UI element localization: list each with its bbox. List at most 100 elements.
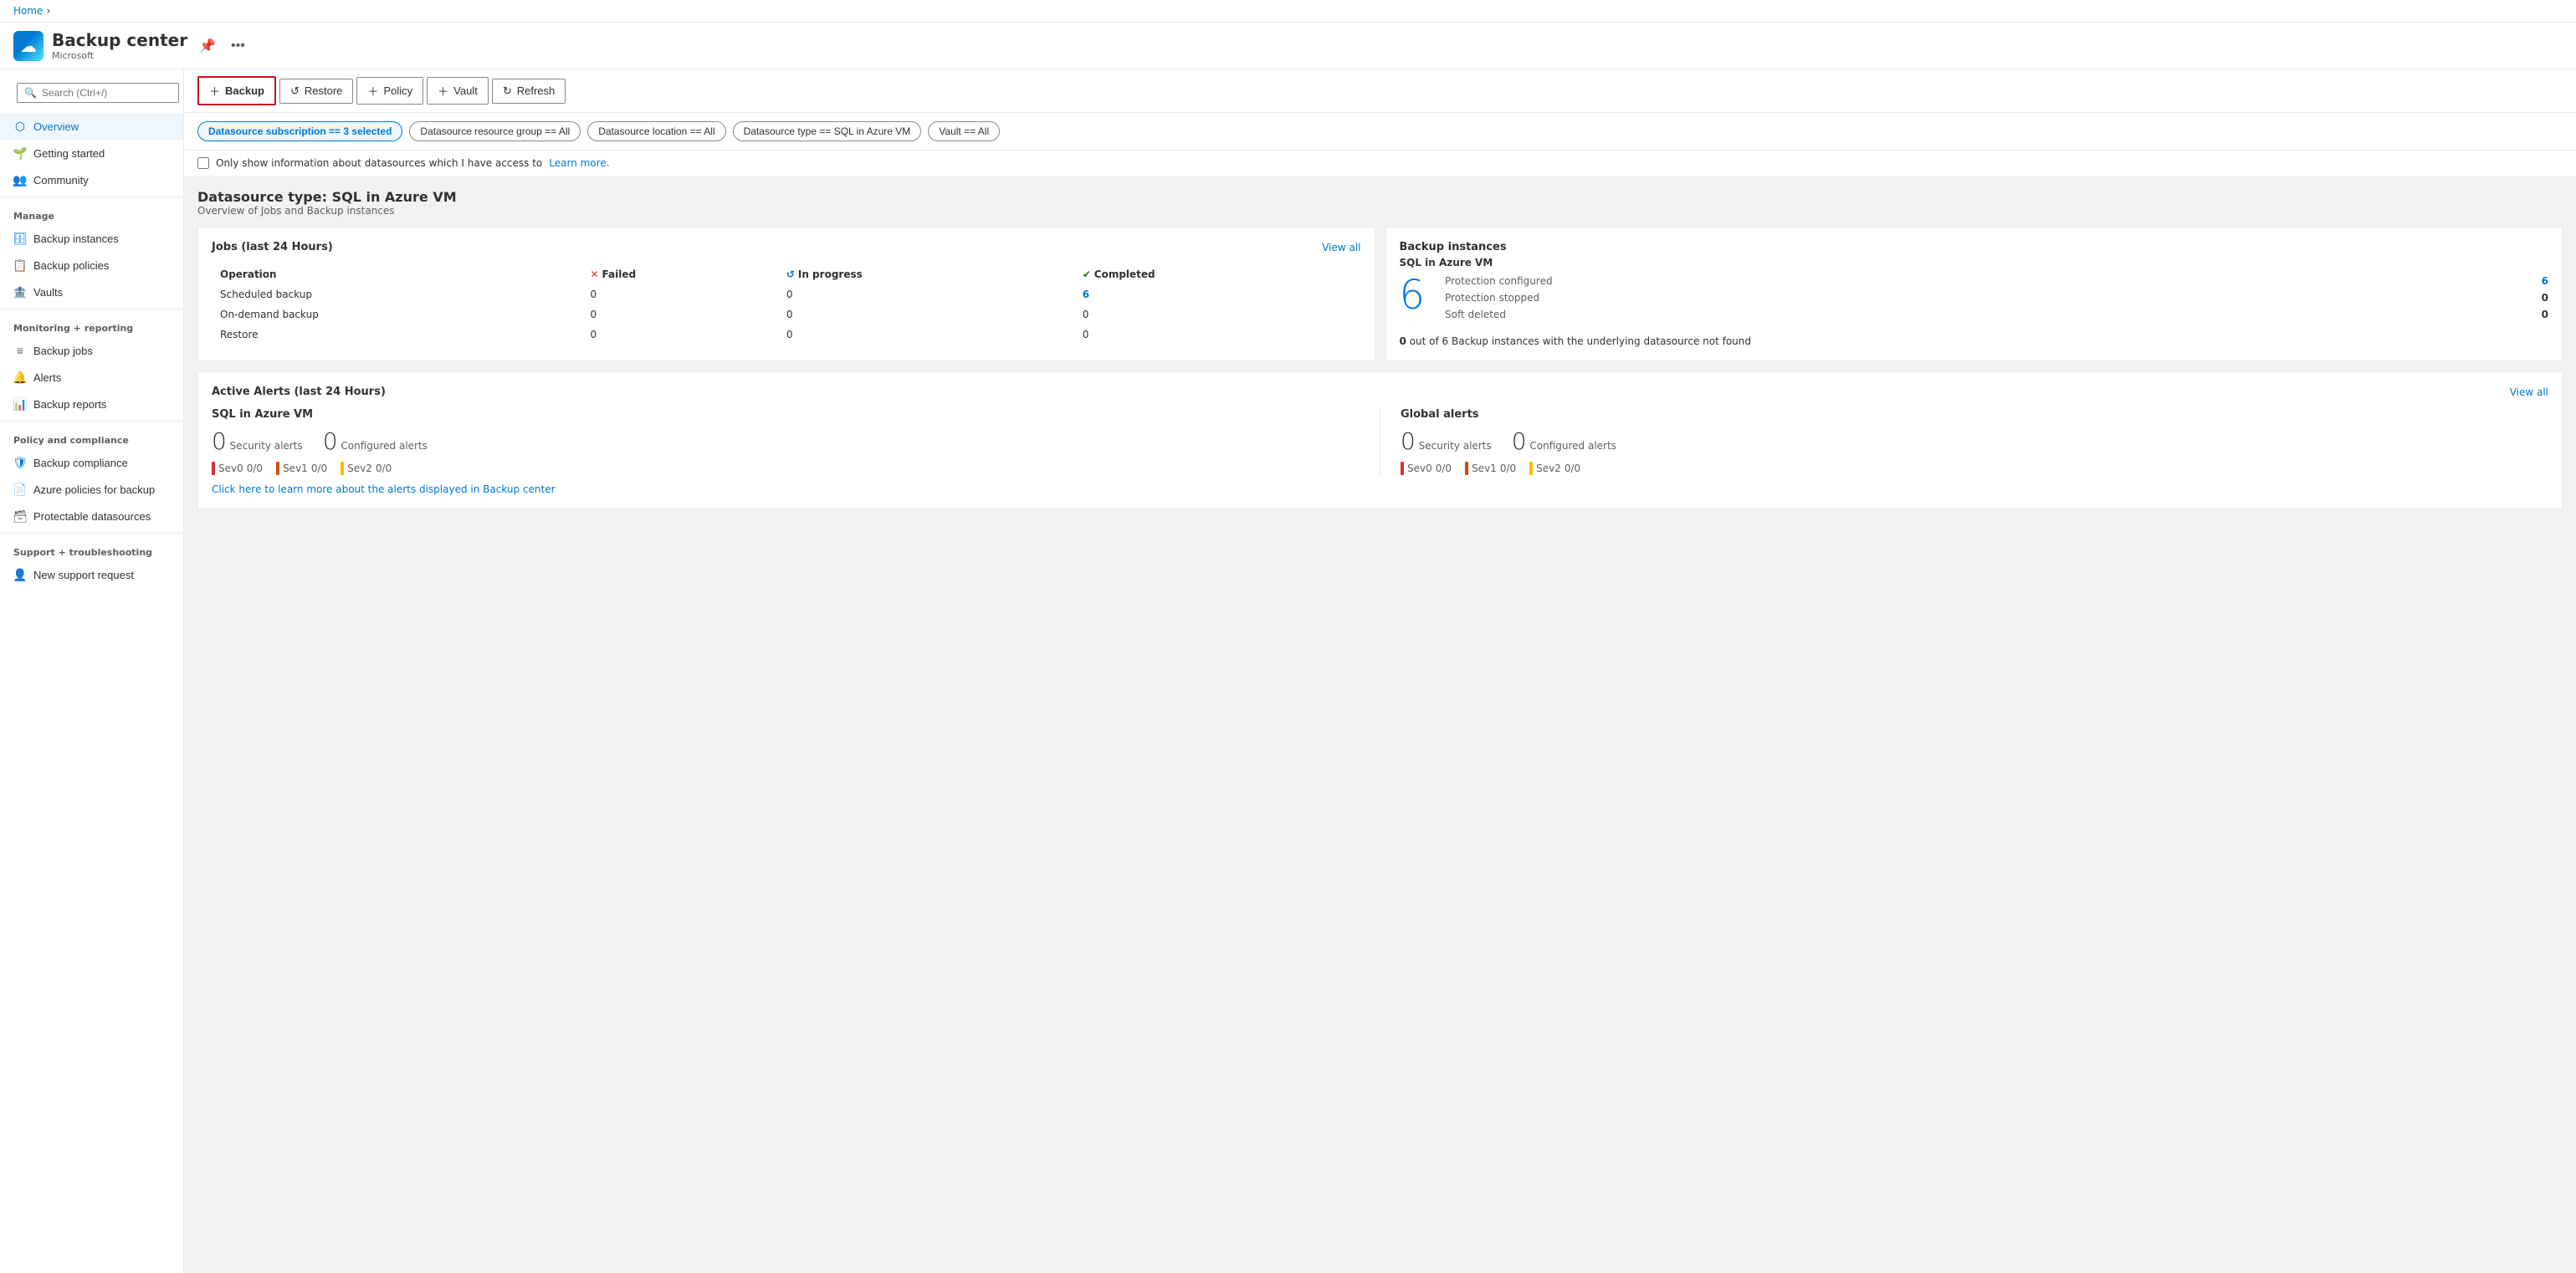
sidebar-label-community: Community [33, 174, 89, 187]
filter-location-label: Datasource location == All [598, 125, 714, 137]
learn-alerts-link[interactable]: Click here to learn more about the alert… [212, 483, 2548, 495]
breadcrumb-sep: › [46, 5, 50, 17]
sidebar-item-overview[interactable]: ⬡ Overview [0, 113, 183, 140]
filter-datasource-type-label: Datasource type == SQL in Azure VM [744, 125, 911, 137]
learn-more-link[interactable]: Learn more. [549, 157, 609, 169]
job-failed: 0 [583, 305, 777, 324]
jobs-table-row: On-demand backup 0 0 0 [213, 305, 1360, 324]
search-icon: 🔍 [24, 87, 37, 99]
global-security-big: 0 [1401, 427, 1416, 455]
sidebar-label-new-support: New support request [33, 569, 134, 581]
sidebar-item-backup-jobs[interactable]: ≡ Backup jobs [0, 337, 183, 364]
jobs-view-all-link[interactable]: View all [1322, 242, 1360, 253]
sev-label: Sev0 [1407, 463, 1432, 474]
support-icon: 👤 [13, 568, 27, 581]
app-title: Backup center [52, 30, 187, 50]
sev-bar [1401, 462, 1404, 475]
alerts-view-all-link[interactable]: View all [2510, 386, 2548, 398]
refresh-icon: ↻ [503, 84, 512, 98]
bi-footer-num: 0 [1400, 335, 1406, 347]
job-operation: Scheduled backup [213, 285, 581, 304]
jobs-card-title: Jobs (last 24 Hours) [212, 241, 333, 253]
community-icon: 👥 [13, 173, 27, 187]
global-alerts-section: Global alerts 0 Security alerts 0 Config… [1380, 408, 2548, 475]
failed-icon: ✕ [590, 268, 598, 280]
search-input[interactable] [42, 87, 172, 99]
sidebar-label-backup-reports: Backup reports [33, 398, 106, 411]
job-inprogress: 0 [780, 325, 1074, 344]
manage-section-label: Manage [0, 201, 183, 225]
sev-value: 0/0 [311, 463, 327, 474]
more-icon[interactable]: ••• [228, 37, 248, 55]
getting-started-icon: 🌱 [13, 146, 27, 160]
filter-vault[interactable]: Vault == All [928, 121, 1000, 141]
sidebar-item-backup-policies[interactable]: 📋 Backup policies [0, 252, 183, 279]
sev-item-global: Sev2 0/0 [1529, 462, 1580, 475]
backup-plus-icon: ＋ [209, 83, 220, 99]
sev-value: 0/0 [247, 463, 263, 474]
access-filter-checkbox[interactable] [197, 157, 209, 169]
jobs-table-row: Restore 0 0 0 [213, 325, 1360, 344]
overview-icon: ⬡ [13, 120, 27, 133]
sev-item-sql: Sev1 0/0 [276, 462, 327, 475]
job-inprogress: 0 [780, 305, 1074, 324]
sidebar-item-backup-compliance[interactable]: 🛡 Backup compliance [0, 449, 183, 476]
bi-big-number: 6 [1400, 275, 1426, 315]
sql-security-big: 0 [212, 427, 227, 455]
global-configured-count: 0 Configured alerts [1512, 427, 1616, 455]
sev-label: Sev2 [347, 463, 372, 474]
sidebar-label-protectable: Protectable datasources [33, 510, 151, 523]
bi-stat-link[interactable]: 6 [2542, 275, 2548, 287]
alerts-icon: 🔔 [13, 371, 27, 384]
sidebar-item-protectable[interactable]: 🗃 Protectable datasources [0, 503, 183, 529]
vault-button[interactable]: ＋ Vault [427, 77, 489, 105]
sev-label: Sev1 [1472, 463, 1497, 474]
backup-jobs-icon: ≡ [13, 344, 27, 357]
job-completed: 0 [1076, 325, 1360, 344]
job-completed: 0 [1076, 305, 1360, 324]
job-operation: On-demand backup [213, 305, 581, 324]
job-completed[interactable]: 6 [1076, 285, 1360, 304]
restore-button[interactable]: ↺ Restore [279, 79, 353, 104]
sidebar-item-getting-started[interactable]: 🌱 Getting started [0, 140, 183, 166]
filter-resource-group-label: Datasource resource group == All [420, 125, 570, 137]
filter-resource-group[interactable]: Datasource resource group == All [409, 121, 581, 141]
home-breadcrumb[interactable]: Home [13, 5, 43, 17]
sidebar-item-backup-reports[interactable]: 📊 Backup reports [0, 391, 183, 417]
sql-configured-count: 0 Configured alerts [323, 427, 428, 455]
sev-bar [212, 462, 215, 475]
pin-icon[interactable]: 📌 [196, 36, 219, 56]
sidebar-item-backup-instances[interactable]: 🗄 Backup instances [0, 225, 183, 252]
global-configured-big: 0 [1512, 427, 1527, 455]
sev-item-global: Sev1 0/0 [1465, 462, 1516, 475]
backup-button[interactable]: ＋ Backup [197, 76, 276, 105]
sev-bar [341, 462, 344, 475]
sev-item-global: Sev0 0/0 [1401, 462, 1452, 475]
col-operation: Operation [213, 265, 581, 284]
sidebar-item-community[interactable]: 👥 Community [0, 166, 183, 193]
sidebar-item-alerts[interactable]: 🔔 Alerts [0, 364, 183, 391]
sidebar-item-vaults[interactable]: 🏦 Vaults [0, 279, 183, 305]
sidebar-label-vaults: Vaults [33, 286, 63, 299]
policy-button[interactable]: ＋ Policy [356, 77, 423, 105]
filter-location[interactable]: Datasource location == All [587, 121, 725, 141]
backup-reports-icon: 📊 [13, 397, 27, 411]
support-section-label: Support + troubleshooting [0, 537, 183, 561]
vault-plus-icon: ＋ [438, 83, 448, 99]
bi-footer-total: 6 [1442, 335, 1449, 347]
sql-security-count: 0 Security alerts [212, 427, 303, 455]
bi-footer-description: Backup instances with the underlying dat… [1452, 335, 1751, 347]
filter-datasource-type[interactable]: Datasource type == SQL in Azure VM [733, 121, 922, 141]
bi-stat-row: Protection configured6 [1445, 275, 2548, 287]
sidebar-label-alerts: Alerts [33, 371, 61, 384]
sidebar-label-azure-policies: Azure policies for backup [33, 483, 155, 496]
filter-vault-label: Vault == All [939, 125, 989, 137]
refresh-button-label: Refresh [517, 84, 556, 97]
filter-subscription[interactable]: Datasource subscription == 3 selected [197, 121, 402, 141]
sidebar-item-new-support[interactable]: 👤 New support request [0, 561, 183, 588]
sev-label: Sev1 [283, 463, 308, 474]
sidebar-item-azure-policies[interactable]: 📄 Azure policies for backup [0, 476, 183, 503]
refresh-button[interactable]: ↻ Refresh [492, 79, 566, 104]
col-in-progress: ↺ In progress [780, 265, 1074, 284]
completed-icon: ✔ [1083, 268, 1091, 280]
